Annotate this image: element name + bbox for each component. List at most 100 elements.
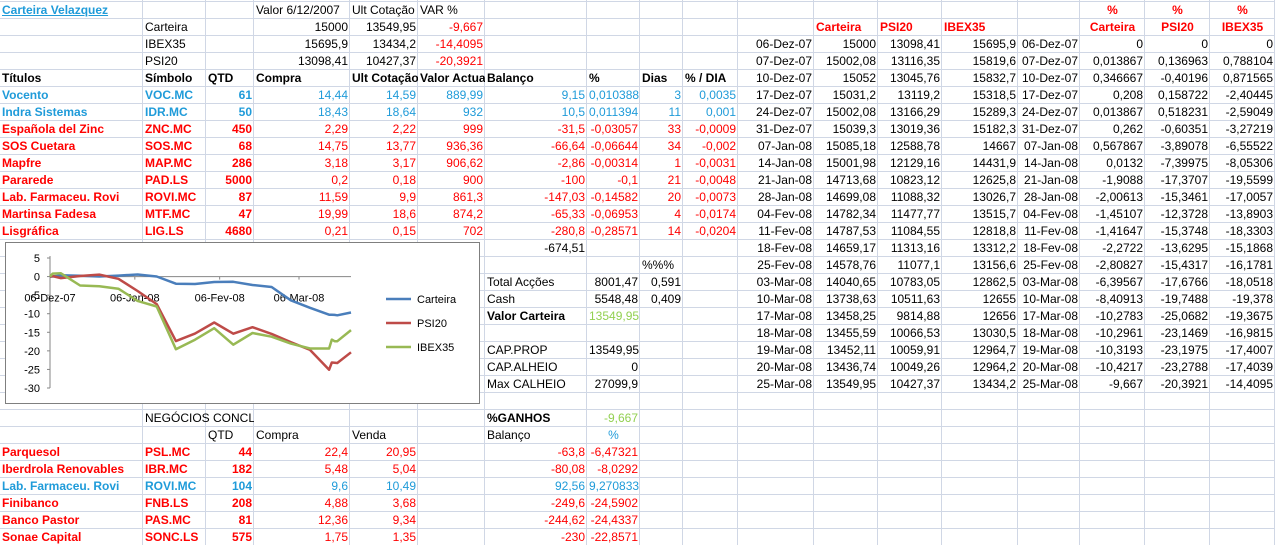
position-title[interactable]: Indra Sistemas — [0, 104, 143, 121]
position-ult[interactable]: 2,22 — [350, 121, 418, 138]
pct-history-carteira[interactable]: 0,208 — [1080, 87, 1145, 104]
closed-title[interactable]: Sonae Capital — [0, 529, 143, 545]
pct-history-ibex35[interactable]: -16,1781 — [1210, 257, 1275, 274]
closed-symbol[interactable]: FNB.LS — [143, 495, 206, 512]
pct-history-date[interactable]: 14-Jan-08 — [1018, 155, 1080, 172]
position-qtd[interactable]: 61 — [206, 87, 254, 104]
history-ibex35[interactable]: 12862,5 — [942, 274, 1018, 291]
history-psi20[interactable]: 10049,26 — [878, 359, 942, 376]
position-compra[interactable]: 11,59 — [254, 189, 350, 206]
closed-compra[interactable]: 1,75 — [254, 529, 350, 545]
positions-header[interactable]: Ult Cotação — [350, 70, 418, 87]
closed-symbol[interactable]: ROVI.MC — [143, 478, 206, 495]
pct-history-psi20[interactable]: 0,518231 — [1145, 104, 1210, 121]
positions-header[interactable]: % / DIA — [683, 70, 738, 87]
history-date[interactable]: 07-Dez-07 — [738, 53, 814, 70]
pct-history-psi20[interactable]: -13,6295 — [1145, 240, 1210, 257]
performance-chart[interactable]: 5 0 -5 -10 -15 -20 -25 -30 06-Dez-07 06-Jan-08 06-… — [5, 242, 480, 404]
position-title[interactable]: SOS Cuetara — [0, 138, 143, 155]
history-psi20[interactable]: 11477,77 — [878, 206, 942, 223]
summary-ult[interactable]: 13434,2 — [350, 36, 418, 53]
summary-var[interactable]: -14,4095 — [418, 36, 485, 53]
position-balanco[interactable]: -65,33 — [485, 206, 587, 223]
pct-history-date[interactable]: 17-Mar-08 — [1018, 308, 1080, 325]
closed-symbol[interactable]: PAS.MC — [143, 512, 206, 529]
position-dia[interactable]: 0,0035 — [683, 87, 738, 104]
position-valor[interactable]: 702 — [418, 223, 485, 240]
position-balanco[interactable]: -100 — [485, 172, 587, 189]
pct-history-carteira[interactable]: -10,3193 — [1080, 342, 1145, 359]
position-symbol[interactable]: ROVI.MC — [143, 189, 206, 206]
pct-history-ibex35[interactable]: -16,9815 — [1210, 325, 1275, 342]
totals-pct-header[interactable]: %%% — [640, 257, 683, 274]
pct-history-ibex35[interactable]: -2,59049 — [1210, 104, 1275, 121]
history-carteira[interactable]: 15000 — [814, 36, 878, 53]
position-symbol[interactable]: MTF.MC — [143, 206, 206, 223]
position-compra[interactable]: 14,44 — [254, 87, 350, 104]
summary-header-var[interactable]: VAR % — [418, 2, 485, 19]
closed-symbol[interactable]: PSL.MC — [143, 444, 206, 461]
history-carteira[interactable]: 13738,63 — [814, 291, 878, 308]
ganhos-value[interactable]: -9,667 — [587, 410, 640, 427]
pct-history-date[interactable]: 19-Mar-08 — [1018, 342, 1080, 359]
position-title[interactable]: Lisgráfica — [0, 223, 143, 240]
closed-pct[interactable]: -24,4337 — [587, 512, 640, 529]
closed-qtd[interactable]: 575 — [206, 529, 254, 545]
pct-history-psi20[interactable]: -23,2788 — [1145, 359, 1210, 376]
summary-ult[interactable]: 10427,37 — [350, 53, 418, 70]
closed-venda[interactable]: 20,95 — [350, 444, 418, 461]
position-balanco[interactable]: -2,86 — [485, 155, 587, 172]
position-balanco[interactable]: -280,8 — [485, 223, 587, 240]
position-qtd[interactable]: 450 — [206, 121, 254, 138]
closed-venda[interactable]: 9,34 — [350, 512, 418, 529]
position-symbol[interactable]: PAD.LS — [143, 172, 206, 189]
position-qtd[interactable]: 50 — [206, 104, 254, 121]
summary-valor[interactable]: 13098,41 — [254, 53, 350, 70]
closed-header-compra[interactable]: Compra — [254, 427, 350, 444]
positions-header[interactable]: % — [587, 70, 640, 87]
history-date[interactable]: 10-Dez-07 — [738, 70, 814, 87]
position-dia[interactable]: -0,0009 — [683, 121, 738, 138]
closed-title[interactable]: Iberdrola Renovables — [0, 461, 143, 478]
history-carteira[interactable]: 13458,25 — [814, 308, 878, 325]
closed-balanco[interactable]: -244,62 — [485, 512, 587, 529]
pct-history-ibex35[interactable]: -18,0518 — [1210, 274, 1275, 291]
history-date[interactable]: 25-Mar-08 — [738, 376, 814, 393]
position-pct[interactable]: -0,28571 — [587, 223, 640, 240]
position-compra[interactable]: 14,75 — [254, 138, 350, 155]
pct-history-psi20[interactable]: -19,7488 — [1145, 291, 1210, 308]
closed-header-qtd[interactable]: QTD — [206, 427, 254, 444]
history-carteira[interactable]: 13549,95 — [814, 376, 878, 393]
position-ult[interactable]: 18,6 — [350, 206, 418, 223]
position-ult[interactable]: 3,17 — [350, 155, 418, 172]
pct-history-ibex35[interactable]: -8,05306 — [1210, 155, 1275, 172]
pct-history-carteira[interactable]: 0,262 — [1080, 121, 1145, 138]
history-carteira[interactable]: 14713,68 — [814, 172, 878, 189]
pct-history-header[interactable]: Carteira — [1080, 19, 1145, 36]
pct-history-psi20[interactable]: -12,3728 — [1145, 206, 1210, 223]
position-pct[interactable]: 0,011394 — [587, 104, 640, 121]
position-pct[interactable]: -0,00314 — [587, 155, 640, 172]
history-date[interactable]: 25-Fev-08 — [738, 257, 814, 274]
history-ibex35[interactable]: 13030,5 — [942, 325, 1018, 342]
pct-history-date[interactable]: 18-Mar-08 — [1018, 325, 1080, 342]
position-valor[interactable]: 932 — [418, 104, 485, 121]
position-symbol[interactable]: IDR.MC — [143, 104, 206, 121]
pct-history-date[interactable]: 17-Dez-07 — [1018, 87, 1080, 104]
pct-history-carteira[interactable]: -1,41647 — [1080, 223, 1145, 240]
history-date[interactable]: 11-Fev-08 — [738, 223, 814, 240]
position-balanco[interactable]: 10,5 — [485, 104, 587, 121]
history-ibex35[interactable]: 15819,6 — [942, 53, 1018, 70]
pct-history-ibex35[interactable]: -6,55522 — [1210, 138, 1275, 155]
summary-var[interactable]: -9,667 — [418, 19, 485, 36]
position-dia[interactable]: -0,0048 — [683, 172, 738, 189]
pct-history-date[interactable]: 20-Mar-08 — [1018, 359, 1080, 376]
history-ibex35[interactable]: 12964,7 — [942, 342, 1018, 359]
pct-history-carteira[interactable]: -1,9088 — [1080, 172, 1145, 189]
closed-compra[interactable]: 12,36 — [254, 512, 350, 529]
history-psi20[interactable]: 13116,35 — [878, 53, 942, 70]
history-carteira[interactable]: 15002,08 — [814, 104, 878, 121]
pct-history-carteira[interactable]: -1,45107 — [1080, 206, 1145, 223]
position-ult[interactable]: 18,64 — [350, 104, 418, 121]
pct-history-ibex35[interactable]: -17,4039 — [1210, 359, 1275, 376]
